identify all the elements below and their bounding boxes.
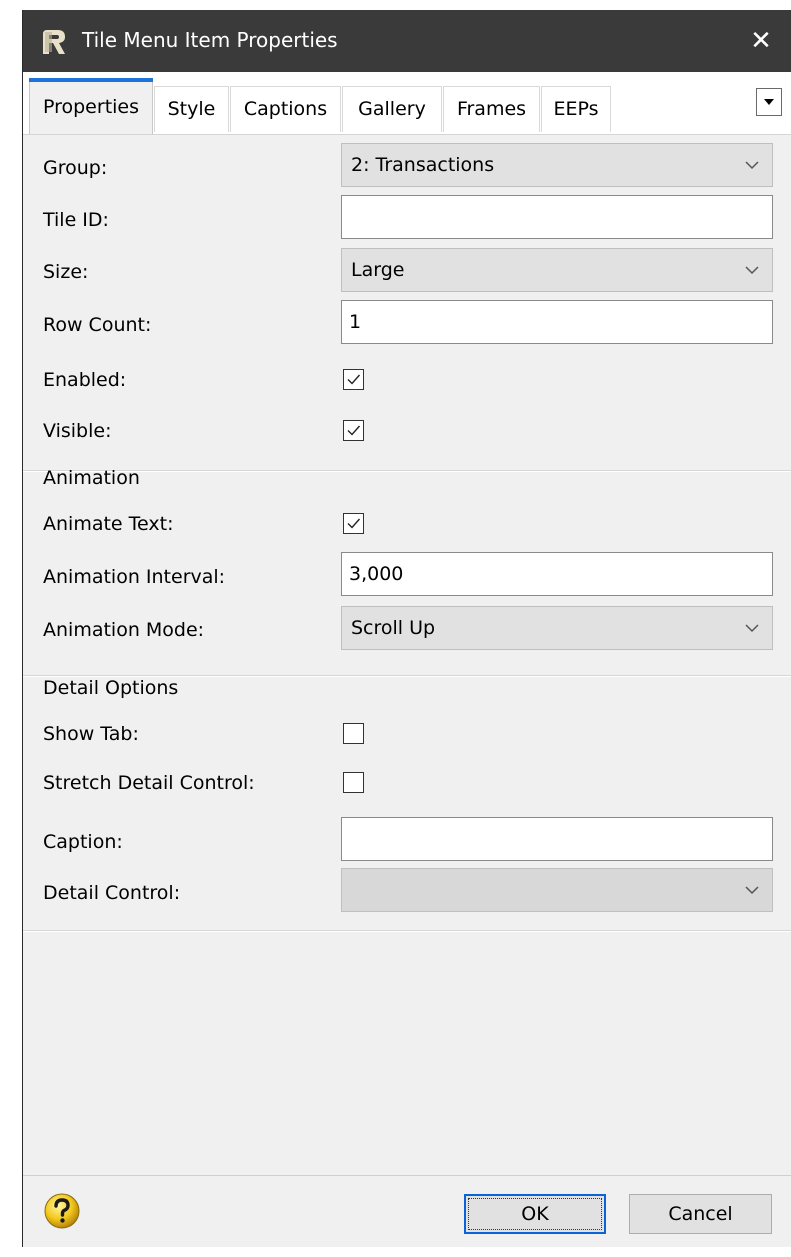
tile-id-input[interactable] bbox=[341, 195, 773, 239]
checkmark-icon bbox=[347, 425, 361, 436]
title-bar: Tile Menu Item Properties ✕ bbox=[23, 10, 791, 72]
visible-checkbox[interactable] bbox=[343, 420, 364, 441]
visible-label: Visible: bbox=[43, 420, 112, 442]
checkmark-icon bbox=[347, 518, 361, 529]
chevron-down-icon bbox=[745, 886, 759, 895]
chevron-down-icon bbox=[745, 624, 759, 633]
dialog-footer: OK Cancel bbox=[23, 1175, 791, 1247]
stretch-detail-control-label: Stretch Detail Control: bbox=[43, 772, 255, 794]
animation-interval-label: Animation Interval: bbox=[43, 566, 226, 588]
show-tab-label: Show Tab: bbox=[43, 723, 139, 745]
close-icon: ✕ bbox=[750, 26, 772, 56]
detail-options-section-title: Detail Options bbox=[43, 677, 179, 699]
caption-label: Caption: bbox=[43, 831, 123, 853]
help-icon[interactable] bbox=[43, 1192, 81, 1230]
size-select-value: Large bbox=[351, 259, 405, 281]
cancel-button[interactable]: Cancel bbox=[629, 1194, 772, 1234]
chevron-down-icon bbox=[745, 161, 759, 170]
tab-style[interactable]: Style bbox=[154, 86, 229, 132]
ok-button[interactable]: OK bbox=[464, 1194, 606, 1234]
group-label: Group: bbox=[43, 157, 108, 179]
animate-text-checkbox[interactable] bbox=[343, 513, 364, 534]
animation-mode-label: Animation Mode: bbox=[43, 619, 205, 641]
window-title: Tile Menu Item Properties bbox=[82, 28, 338, 52]
group-select-value: 2: Transactions bbox=[351, 154, 495, 176]
enabled-label: Enabled: bbox=[43, 369, 127, 391]
tile-menu-item-properties-dialog: Tile Menu Item Properties ✕ Properties S… bbox=[22, 10, 791, 1247]
detail-control-select[interactable] bbox=[341, 868, 773, 912]
detail-control-label: Detail Control: bbox=[43, 882, 181, 904]
animation-interval-input[interactable]: 3,000 bbox=[341, 552, 773, 596]
size-select[interactable]: Large bbox=[341, 248, 773, 292]
show-tab-checkbox[interactable] bbox=[343, 723, 364, 744]
row-count-label: Row Count: bbox=[43, 314, 152, 336]
close-button[interactable]: ✕ bbox=[730, 10, 791, 72]
animation-mode-value: Scroll Up bbox=[351, 617, 436, 639]
animate-text-label: Animate Text: bbox=[43, 513, 174, 535]
animation-section-title: Animation bbox=[43, 467, 140, 489]
enabled-checkbox[interactable] bbox=[343, 369, 364, 390]
tab-properties[interactable]: Properties bbox=[29, 78, 153, 134]
tab-overflow-button[interactable] bbox=[756, 88, 782, 116]
tab-captions[interactable]: Captions bbox=[230, 86, 341, 132]
row-count-value: 1 bbox=[349, 311, 362, 333]
dropdown-arrow-icon bbox=[764, 99, 774, 105]
tab-eeps[interactable]: EEPs bbox=[541, 86, 611, 132]
checkmark-icon bbox=[347, 374, 361, 385]
row-count-input[interactable]: 1 bbox=[341, 300, 773, 344]
tab-strip: Properties Style Captions Gallery Frames… bbox=[23, 72, 791, 135]
chevron-down-icon bbox=[745, 266, 759, 275]
tab-gallery[interactable]: Gallery bbox=[342, 86, 442, 132]
app-r-icon bbox=[43, 30, 65, 54]
caption-input[interactable] bbox=[341, 817, 773, 861]
tile-id-label: Tile ID: bbox=[43, 209, 109, 231]
animation-interval-value: 3,000 bbox=[349, 563, 404, 585]
panel-bottom-divider-highlight bbox=[23, 931, 791, 932]
size-label: Size: bbox=[43, 261, 89, 283]
group-select[interactable]: 2: Transactions bbox=[341, 143, 773, 187]
stretch-detail-control-checkbox[interactable] bbox=[343, 772, 364, 793]
tab-frames[interactable]: Frames bbox=[443, 86, 540, 132]
animation-mode-select[interactable]: Scroll Up bbox=[341, 606, 773, 650]
